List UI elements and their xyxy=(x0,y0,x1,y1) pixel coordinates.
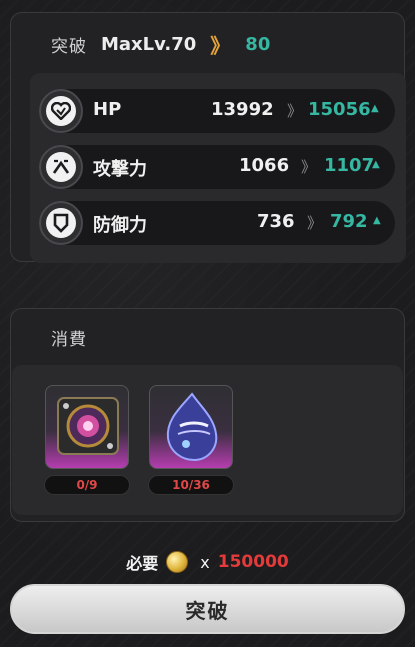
breakthrough-panel: 突破 MaxLv.70 》 80 HP 13992 》 15056 ▲ 攻撃力 … xyxy=(10,12,406,263)
stat-row-defense: 防御力 736 》 792 ▲ xyxy=(39,201,395,245)
stat-label-attack: 攻撃力 xyxy=(93,159,147,180)
stat-arrow-defense: 》 xyxy=(307,214,322,232)
required-label: 必要 xyxy=(126,554,159,573)
cost-item-ring-core[interactable] xyxy=(45,385,129,469)
cost-items-box: 0/9 10/36 xyxy=(12,365,403,515)
stat-up-attack: ▲ xyxy=(372,159,380,170)
stat-next-attack: 1107 xyxy=(324,155,375,176)
ring-core-icon xyxy=(57,397,119,455)
current-maxlv: MaxLv.70 xyxy=(101,33,197,55)
required-multiplier: x xyxy=(200,552,210,572)
item-count-crystal-gem: 10/36 xyxy=(148,475,234,495)
stat-row-attack: 攻撃力 1066 》 1107 ▲ xyxy=(39,145,395,189)
stat-label-hp: HP xyxy=(93,99,122,120)
new-maxlv: 80 xyxy=(245,33,271,55)
cost-item-crystal-gem[interactable] xyxy=(149,385,233,469)
required-amount: 150000 xyxy=(217,552,289,572)
stat-arrow-attack: 》 xyxy=(301,158,316,176)
stat-current-attack: 1066 xyxy=(239,155,290,176)
heart-icon xyxy=(39,89,83,133)
gold-coin-icon xyxy=(166,551,189,573)
stat-up-hp: ▲ xyxy=(371,103,379,114)
item-count-ring-core: 0/9 xyxy=(44,475,130,495)
stat-next-hp: 15056 xyxy=(308,99,371,120)
stats-box: HP 13992 》 15056 ▲ 攻撃力 1066 》 1107 ▲ 防御力… xyxy=(30,73,406,263)
stat-arrow-hp: 》 xyxy=(287,102,302,120)
stat-row-hp: HP 13992 》 15056 ▲ xyxy=(39,89,395,133)
cost-label: 消費 xyxy=(51,330,87,350)
cost-panel: 消費 0/9 10/36 xyxy=(10,308,405,522)
required-cost-row: 必要 x 150000 xyxy=(0,550,415,574)
breakthrough-button[interactable]: 突破 xyxy=(10,584,405,634)
attack-icon xyxy=(39,145,83,189)
breakthrough-header: 突破 MaxLv.70 》 80 xyxy=(51,31,271,58)
breakthrough-label: 突破 xyxy=(51,36,87,57)
level-arrow-icon: 》 xyxy=(210,33,230,58)
crystal-gem-icon xyxy=(166,392,218,462)
shield-icon xyxy=(39,201,83,245)
stat-up-defense: ▲ xyxy=(373,215,381,226)
stat-current-hp: 13992 xyxy=(211,99,274,120)
stat-current-defense: 736 xyxy=(257,211,295,232)
stat-next-defense: 792 xyxy=(330,211,368,232)
stat-label-defense: 防御力 xyxy=(93,215,147,236)
